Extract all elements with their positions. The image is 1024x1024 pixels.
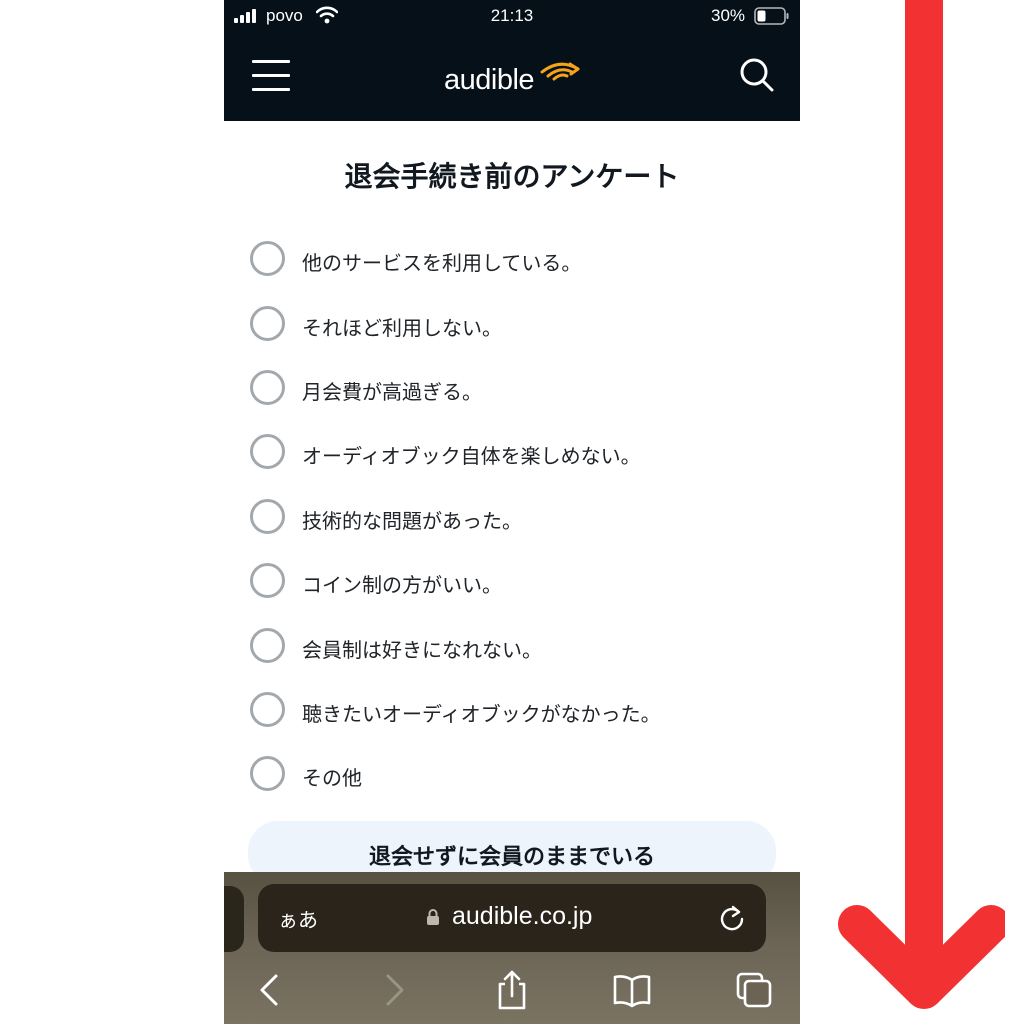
survey-option[interactable]: 月会費が高過ぎる。 xyxy=(248,366,768,410)
page-settings-button[interactable]: ぁあ xyxy=(278,904,318,933)
bookmarks-icon[interactable] xyxy=(612,970,652,1010)
menu-icon xyxy=(252,60,290,63)
radio-button[interactable] xyxy=(250,241,285,276)
survey-option[interactable]: 技術的な問題があった。 xyxy=(248,495,768,539)
url-text: audible.co.jp xyxy=(452,902,593,930)
option-label: 技術的な問題があった。 xyxy=(302,509,522,533)
reload-icon[interactable] xyxy=(718,904,746,932)
scroll-down-arrow-icon xyxy=(838,0,1005,1009)
menu-button[interactable] xyxy=(252,58,292,94)
survey-option[interactable]: オーディオブック自体を楽しめない。 xyxy=(248,430,768,474)
audible-logo[interactable]: audible xyxy=(444,52,584,102)
previous-tab-preview[interactable] xyxy=(224,886,244,952)
site-header: audible xyxy=(224,34,800,121)
forward-icon[interactable] xyxy=(374,970,414,1010)
page-title: 退会手続き前のアンケート xyxy=(344,160,680,193)
option-label: 聴きたいオーディオブックがなかった。 xyxy=(302,702,661,726)
survey-option[interactable]: その他 xyxy=(248,752,768,796)
lock-icon xyxy=(427,909,439,925)
radio-button[interactable] xyxy=(250,370,285,405)
option-label: オーディオブック自体を楽しめない。 xyxy=(302,444,641,468)
survey-option[interactable]: 聴きたいオーディオブックがなかった。 xyxy=(248,688,768,732)
audible-signal-icon xyxy=(540,62,580,81)
status-bar: povo 21:13 30% xyxy=(224,0,800,34)
option-label: 月会費が高過ぎる。 xyxy=(302,380,482,404)
radio-button[interactable] xyxy=(250,628,285,663)
radio-button[interactable] xyxy=(250,692,285,727)
address-bar[interactable]: ぁあ audible.co.jp xyxy=(258,884,766,952)
radio-button[interactable] xyxy=(250,563,285,598)
radio-button[interactable] xyxy=(250,434,285,469)
option-label: 会員制は好きになれない。 xyxy=(302,638,542,662)
search-icon[interactable] xyxy=(738,56,776,94)
battery-percentage: 30% xyxy=(711,6,746,25)
share-icon[interactable] xyxy=(492,970,532,1010)
tabs-icon[interactable] xyxy=(734,970,774,1010)
radio-button[interactable] xyxy=(250,306,285,341)
survey-option[interactable]: それほど利用しない。 xyxy=(248,302,768,346)
phone-screen: povo 21:13 30% audible 退会手続き前のアンケート 他のサー… xyxy=(224,0,800,1024)
option-label: コイン制の方がいい。 xyxy=(302,573,502,597)
browser-toolbar: ぁあ audible.co.jp xyxy=(224,872,800,1024)
survey-option[interactable]: 他のサービスを利用している。 xyxy=(248,237,768,281)
survey-option[interactable]: コイン制の方がいい。 xyxy=(248,559,768,603)
logo-text: audible xyxy=(444,64,535,96)
survey-option[interactable]: 会員制は好きになれない。 xyxy=(248,624,768,668)
radio-button[interactable] xyxy=(250,499,285,534)
battery-icon xyxy=(754,7,789,25)
option-label: その他 xyxy=(302,766,362,790)
back-icon[interactable] xyxy=(252,970,292,1010)
radio-button[interactable] xyxy=(250,756,285,791)
option-label: 他のサービスを利用している。 xyxy=(302,251,582,275)
stay-member-label: 退会せずに会員のままでいる xyxy=(368,845,655,870)
option-label: それほど利用しない。 xyxy=(302,316,502,340)
